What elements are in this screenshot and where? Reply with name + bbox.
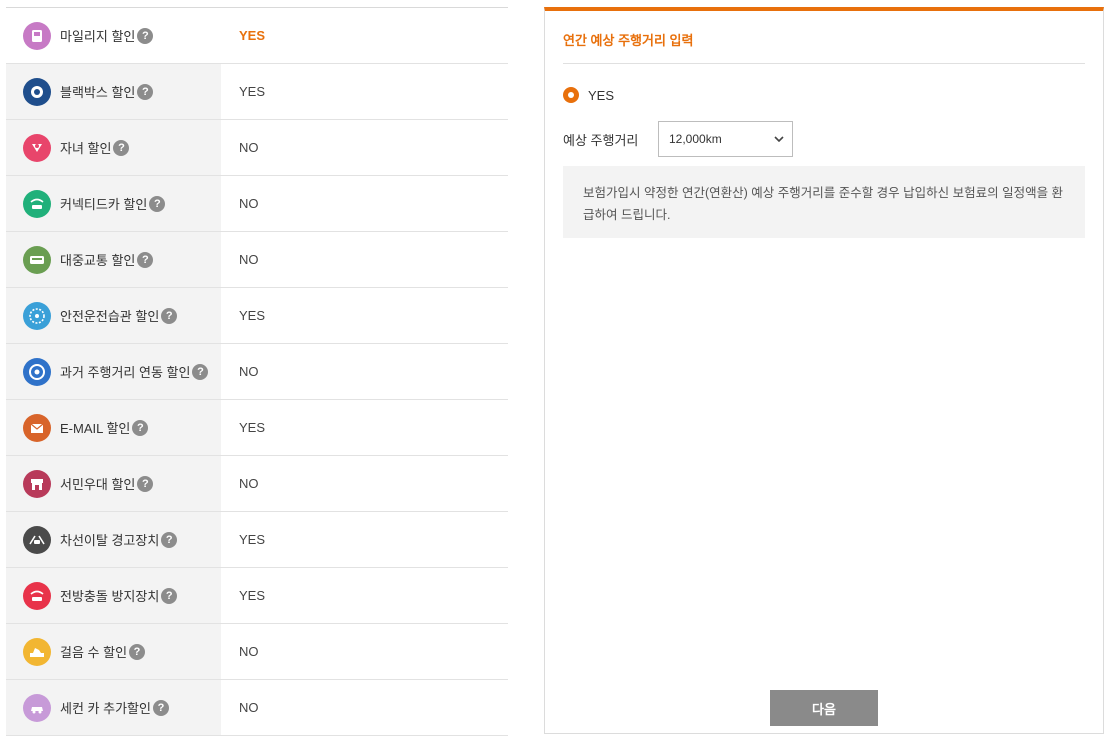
discount-row: 대중교통 할인? NO xyxy=(6,232,508,288)
mileage-icon xyxy=(23,21,51,50)
discount-label-cell: 커넥티드카 할인? xyxy=(6,176,221,231)
collision-icon xyxy=(23,581,51,610)
discount-value: YES xyxy=(239,28,266,43)
discount-row: 커넥티드카 할인? NO xyxy=(6,176,508,232)
email-icon xyxy=(23,413,51,442)
child-icon xyxy=(23,133,51,162)
radio-label: YES xyxy=(588,87,615,103)
discount-name: 대중교통 할인 xyxy=(60,253,136,268)
bus-icon xyxy=(23,245,51,274)
discount-label-cell: 마일리지 할인? xyxy=(6,8,221,63)
discount-label-cell: 서민우대 할인? xyxy=(6,456,221,511)
walking-icon xyxy=(23,637,51,666)
discount-value: YES xyxy=(239,532,266,547)
discount-row: 자녀 할인? NO xyxy=(6,120,508,176)
discount-name: 마일리지 할인 xyxy=(60,29,136,44)
discount-name: 안전운전습관 할인 xyxy=(60,309,160,324)
help-icon[interactable]: ? xyxy=(137,83,154,100)
discount-label-cell: 전방충돌 방지장치? xyxy=(6,568,221,623)
panel-title: 연간 예상 주행거리 입력 xyxy=(563,33,694,48)
discount-label-cell: 차선이탈 경고장치? xyxy=(6,512,221,567)
help-icon[interactable]: ? xyxy=(137,27,154,44)
next-button[interactable]: 다음 xyxy=(770,690,878,726)
discount-name: 서민우대 할인 xyxy=(60,477,136,492)
discount-value: NO xyxy=(239,364,259,379)
discount-row: 안전운전습관 할인? YES xyxy=(6,288,508,344)
discount-label-cell: E-MAIL 할인? xyxy=(6,400,221,455)
help-icon[interactable]: ? xyxy=(152,699,169,716)
help-icon[interactable]: ? xyxy=(149,195,166,212)
mileage-field-label: 예상 주행거리 xyxy=(563,132,639,148)
discount-label-cell: 걸음 수 할인? xyxy=(6,624,221,679)
discount-value: YES xyxy=(239,308,266,323)
help-icon[interactable]: ? xyxy=(129,643,146,660)
help-icon[interactable]: ? xyxy=(161,587,178,604)
discount-name: 커넥티드카 할인 xyxy=(60,197,148,212)
discount-row: 차선이탈 경고장치? YES xyxy=(6,512,508,568)
discount-label-cell: 과거 주행거리 연동 할인? xyxy=(6,344,221,399)
mileage-select-value: 12,000km xyxy=(669,132,722,146)
discount-name: 자녀 할인 xyxy=(60,141,112,156)
discount-table: 마일리지 할인? YES 블랙박스 할인? YES 자녀 할인? NO 커넥티드카 할인? N… xyxy=(6,7,508,736)
second-car-icon xyxy=(23,693,51,722)
help-icon[interactable]: ? xyxy=(161,531,178,548)
discount-row: E-MAIL 할인? YES xyxy=(6,400,508,456)
discount-value: YES xyxy=(239,84,266,99)
discount-name: 과거 주행거리 연동 할인 xyxy=(60,365,191,380)
help-icon[interactable]: ? xyxy=(192,363,209,380)
mileage-input-panel: 연간 예상 주행거리 입력 YES 예상 주행거리 12,000km 보험가입시… xyxy=(544,7,1104,734)
help-icon[interactable]: ? xyxy=(113,139,130,156)
discount-value: NO xyxy=(239,140,259,155)
discount-label-cell: 대중교통 할인? xyxy=(6,232,221,287)
store-icon xyxy=(23,469,51,498)
help-icon[interactable]: ? xyxy=(161,307,178,324)
radio-selected-icon[interactable] xyxy=(563,87,579,103)
chevron-down-icon xyxy=(774,134,784,145)
help-icon[interactable]: ? xyxy=(137,475,154,492)
discount-value: YES xyxy=(239,588,266,603)
refund-notice: 보험가입시 약정한 연간(연환산) 예상 주행거리를 준수할 경우 납입하신 보… xyxy=(563,166,1085,238)
mileage-field-row: 예상 주행거리 12,000km xyxy=(563,121,793,157)
safe-driving-icon xyxy=(23,301,51,330)
discount-value: NO xyxy=(239,252,259,267)
discount-name: E-MAIL 할인 xyxy=(60,421,131,436)
discount-name: 전방충돌 방지장치 xyxy=(60,589,160,604)
discount-row: 걸음 수 할인? NO xyxy=(6,624,508,680)
discount-value: YES xyxy=(239,420,266,435)
discount-label-cell: 자녀 할인? xyxy=(6,120,221,175)
discount-row: 서민우대 할인? NO xyxy=(6,456,508,512)
discount-value: NO xyxy=(239,476,259,491)
mileage-select[interactable]: 12,000km xyxy=(658,121,793,157)
panel-divider xyxy=(563,63,1085,64)
connected-car-icon xyxy=(23,189,51,218)
odometer-icon xyxy=(23,357,51,386)
blackbox-icon xyxy=(23,77,51,106)
help-icon[interactable]: ? xyxy=(137,251,154,268)
discount-label-cell: 세컨 카 추가할인? xyxy=(6,680,221,735)
discount-row: 전방충돌 방지장치? YES xyxy=(6,568,508,624)
discount-value: NO xyxy=(239,196,259,211)
discount-label-cell: 블랙박스 할인? xyxy=(6,64,221,119)
discount-name: 블랙박스 할인 xyxy=(60,85,136,100)
discount-row: 블랙박스 할인? YES xyxy=(6,64,508,120)
lane-warning-icon xyxy=(23,525,51,554)
discount-value: NO xyxy=(239,700,259,715)
discount-row: 세컨 카 추가할인? NO xyxy=(6,680,508,736)
discount-label-cell: 안전운전습관 할인? xyxy=(6,288,221,343)
discount-name: 세컨 카 추가할인 xyxy=(60,701,151,716)
discount-row: 과거 주행거리 연동 할인? NO xyxy=(6,344,508,400)
discount-name: 차선이탈 경고장치 xyxy=(60,533,160,548)
discount-value: NO xyxy=(239,644,259,659)
mileage-yes-radio[interactable]: YES xyxy=(563,87,614,103)
discount-row: 마일리지 할인? YES xyxy=(6,8,508,64)
discount-name: 걸음 수 할인 xyxy=(60,645,128,660)
help-icon[interactable]: ? xyxy=(132,419,149,436)
